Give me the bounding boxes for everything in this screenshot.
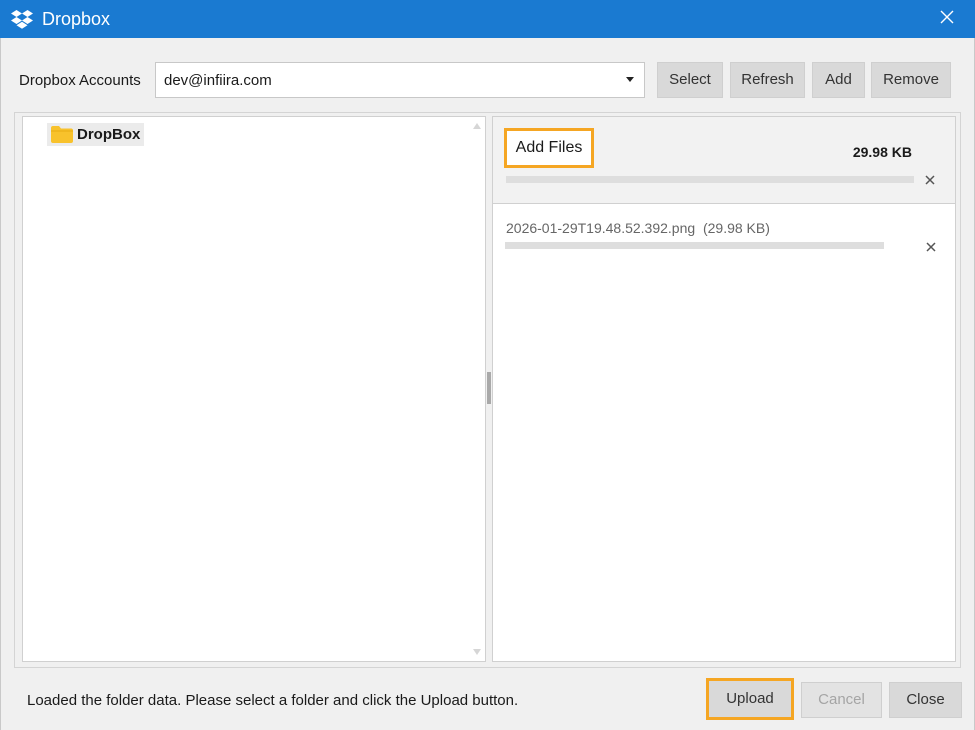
folder-tree[interactable]: DropBox xyxy=(22,116,486,662)
accounts-dropdown[interactable]: dev@infiira.com xyxy=(155,62,645,98)
file-name: 2026-01-29T19.48.52.392.png (29.98 KB) xyxy=(506,220,770,236)
panel-splitter[interactable] xyxy=(487,372,491,404)
select-button[interactable]: Select xyxy=(657,62,723,98)
close-window-icon[interactable] xyxy=(939,8,955,26)
scroll-up-arrow-icon[interactable] xyxy=(473,123,481,129)
total-progress-bar xyxy=(506,176,914,183)
upload-button[interactable]: Upload xyxy=(706,678,794,720)
add-account-button[interactable]: Add xyxy=(812,62,865,98)
dropbox-logo-icon xyxy=(11,10,33,29)
cancel-button[interactable]: Cancel xyxy=(801,682,882,718)
title-bar: Dropbox xyxy=(0,0,975,38)
file-name-text: 2026-01-29T19.48.52.392.png xyxy=(506,220,696,236)
scroll-down-arrow-icon[interactable] xyxy=(473,649,481,655)
close-button[interactable]: Close xyxy=(889,682,962,718)
tree-item-label: DropBox xyxy=(77,126,141,143)
total-size: 29.98 KB xyxy=(852,144,912,160)
add-files-button[interactable]: Add Files xyxy=(504,128,594,168)
file-size: (29.98 KB) xyxy=(702,220,770,236)
status-text: Loaded the folder data. Please select a … xyxy=(27,692,519,709)
dropdown-arrow-icon[interactable] xyxy=(626,77,634,82)
files-panel: Add Files 29.98 KB 2026-01-29T19.48.52.3… xyxy=(492,116,956,662)
files-header: Add Files 29.98 KB xyxy=(493,117,955,204)
window-title: Dropbox xyxy=(42,9,111,29)
refresh-button[interactable]: Refresh xyxy=(730,62,805,98)
remove-account-button[interactable]: Remove xyxy=(871,62,951,98)
remove-file-icon[interactable] xyxy=(926,242,936,252)
clear-all-icon[interactable] xyxy=(925,175,935,185)
tree-item-dropbox[interactable]: DropBox xyxy=(47,123,145,146)
accounts-dropdown-value: dev@infiira.com xyxy=(164,72,272,89)
accounts-label: Dropbox Accounts xyxy=(19,72,141,89)
folder-icon xyxy=(51,126,73,143)
file-progress-bar xyxy=(505,242,884,249)
